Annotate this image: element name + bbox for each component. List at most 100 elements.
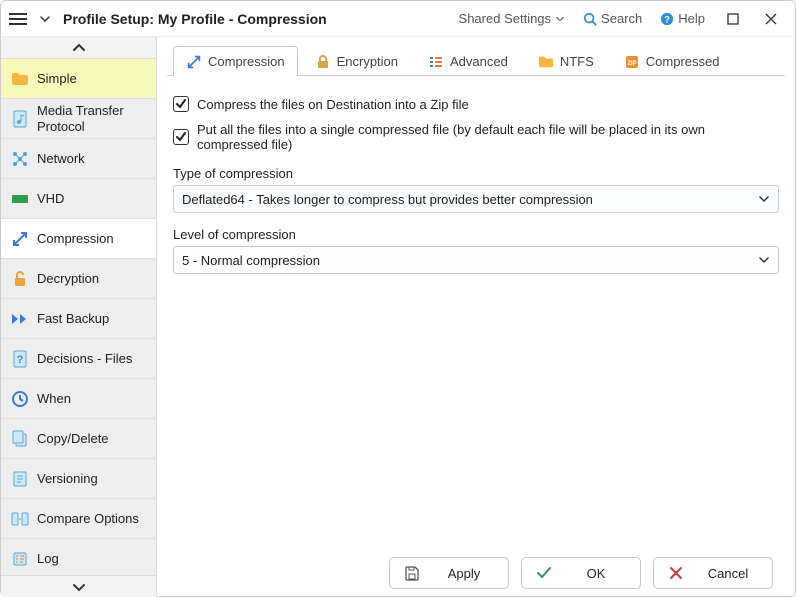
folder-icon <box>11 70 29 88</box>
check-icon <box>175 131 187 143</box>
lock-icon <box>315 54 331 70</box>
svg-text:ZIP: ZIP <box>627 61 636 67</box>
button-label: Apply <box>434 566 494 581</box>
sidebar-item-compare-options[interactable]: Compare Options <box>1 499 156 539</box>
network-icon <box>11 150 29 168</box>
title-dropdown[interactable] <box>35 11 55 27</box>
unlock-icon <box>11 270 29 288</box>
shared-settings-label: Shared Settings <box>459 11 552 26</box>
copy-icon <box>11 430 29 448</box>
close-icon <box>668 565 684 581</box>
sidebar-item-copy-delete[interactable]: Copy/Delete <box>1 419 156 459</box>
maximize-icon <box>727 13 739 25</box>
compression-icon <box>11 230 29 248</box>
sidebar-item-label: Compare Options <box>37 511 139 527</box>
help-button[interactable]: ? Help <box>654 7 711 30</box>
level-select[interactable]: 5 - Normal compression <box>173 246 779 274</box>
sidebar-item-simple[interactable]: Simple <box>1 59 156 99</box>
sidebar-item-network[interactable]: Network <box>1 139 156 179</box>
search-icon <box>583 12 597 26</box>
titlebar: Profile Setup: My Profile - Compression … <box>1 1 795 37</box>
tab-compressed[interactable]: ZIP Compressed <box>611 46 733 76</box>
sidebar-item-fast-backup[interactable]: Fast Backup <box>1 299 156 339</box>
tab-label: Advanced <box>450 54 508 69</box>
tab-advanced[interactable]: Advanced <box>415 46 521 76</box>
menu-icon[interactable] <box>9 13 27 25</box>
check-icon <box>175 98 187 110</box>
sidebar-item-when[interactable]: When <box>1 379 156 419</box>
sidebar-item-log[interactable]: Log <box>1 539 156 575</box>
sidebar-item-label: Decisions - Files <box>37 351 132 367</box>
tab-label: Compression <box>208 54 285 69</box>
zip-icon: ZIP <box>624 54 640 70</box>
content-area: Compression Encryption Advanced NTFS ZIP… <box>157 37 795 597</box>
select-value: 5 - Normal compression <box>182 253 320 268</box>
checkbox-compress[interactable] <box>173 96 189 112</box>
sidebar-item-compression[interactable]: Compression <box>1 219 156 259</box>
sidebar-item-versioning[interactable]: Versioning <box>1 459 156 499</box>
sidebar-item-label: Simple <box>37 71 77 87</box>
chevron-down-icon <box>72 582 86 592</box>
sidebar-item-decryption[interactable]: Decryption <box>1 259 156 299</box>
checkbox-label: Put all the files into a single compress… <box>197 122 779 152</box>
sidebar-item-label: Media Transfer Protocol <box>37 103 146 134</box>
chevron-down-icon <box>39 13 51 25</box>
tab-ntfs[interactable]: NTFS <box>525 46 607 76</box>
folder-icon <box>538 54 554 70</box>
chevron-up-icon <box>72 43 86 53</box>
footer: Apply OK Cancel <box>167 549 785 597</box>
close-icon <box>765 13 777 25</box>
sidebar-scroll-up[interactable] <box>1 37 156 59</box>
sidebar-item-decisions-files[interactable]: ? Decisions - Files <box>1 339 156 379</box>
sidebar-item-label: Copy/Delete <box>37 431 109 447</box>
sidebar-item-label: Versioning <box>37 471 98 487</box>
ok-button[interactable]: OK <box>521 557 641 589</box>
log-icon <box>11 550 29 568</box>
window-title: Profile Setup: My Profile - Compression <box>63 11 327 27</box>
sidebar-item-label: Compression <box>37 231 114 247</box>
sidebar-item-media-transfer[interactable]: Media Transfer Protocol <box>1 99 156 139</box>
chevron-down-icon <box>758 254 770 266</box>
checkbox-single-file[interactable] <box>173 129 189 145</box>
type-select[interactable]: Deflated64 - Takes longer to compress bu… <box>173 185 779 213</box>
chk-row-single: Put all the files into a single compress… <box>173 122 779 152</box>
list-icon <box>428 54 444 70</box>
check-icon <box>536 565 552 581</box>
sidebar-item-label: Log <box>37 551 59 567</box>
shared-settings-button[interactable]: Shared Settings <box>453 7 572 30</box>
versioning-icon <box>11 470 29 488</box>
close-button[interactable] <box>755 5 787 33</box>
form-area: Compress the files on Destination into a… <box>167 76 785 549</box>
maximize-button[interactable] <box>717 5 749 33</box>
sidebar-item-label: Fast Backup <box>37 311 109 327</box>
compare-icon <box>11 510 29 528</box>
tabstrip: Compression Encryption Advanced NTFS ZIP… <box>167 45 785 76</box>
chevron-down-icon <box>555 14 565 24</box>
apply-button[interactable]: Apply <box>389 557 509 589</box>
cancel-button[interactable]: Cancel <box>653 557 773 589</box>
search-button[interactable]: Search <box>577 7 648 30</box>
type-label: Type of compression <box>173 166 779 181</box>
sidebar-item-label: VHD <box>37 191 64 207</box>
tab-label: Compressed <box>646 54 720 69</box>
button-label: Cancel <box>698 566 758 581</box>
sidebar-item-label: Network <box>37 151 85 167</box>
sidebar-item-vhd[interactable]: VHD <box>1 179 156 219</box>
clock-icon <box>11 390 29 408</box>
svg-text:?: ? <box>664 14 670 25</box>
document-music-icon <box>11 110 29 128</box>
document-question-icon: ? <box>11 350 29 368</box>
fast-forward-icon <box>11 310 29 328</box>
tab-encryption[interactable]: Encryption <box>302 46 411 76</box>
sidebar-list: Simple Media Transfer Protocol Network V… <box>1 59 156 575</box>
help-label: Help <box>678 11 705 26</box>
sidebar-scroll-down[interactable] <box>1 575 156 597</box>
level-label: Level of compression <box>173 227 779 242</box>
select-value: Deflated64 - Takes longer to compress bu… <box>182 192 593 207</box>
compression-icon <box>186 54 202 70</box>
search-label: Search <box>601 11 642 26</box>
sidebar: Simple Media Transfer Protocol Network V… <box>1 37 157 597</box>
sidebar-item-label: When <box>37 391 71 407</box>
tab-compression[interactable]: Compression <box>173 46 298 76</box>
vhd-icon <box>11 190 29 208</box>
